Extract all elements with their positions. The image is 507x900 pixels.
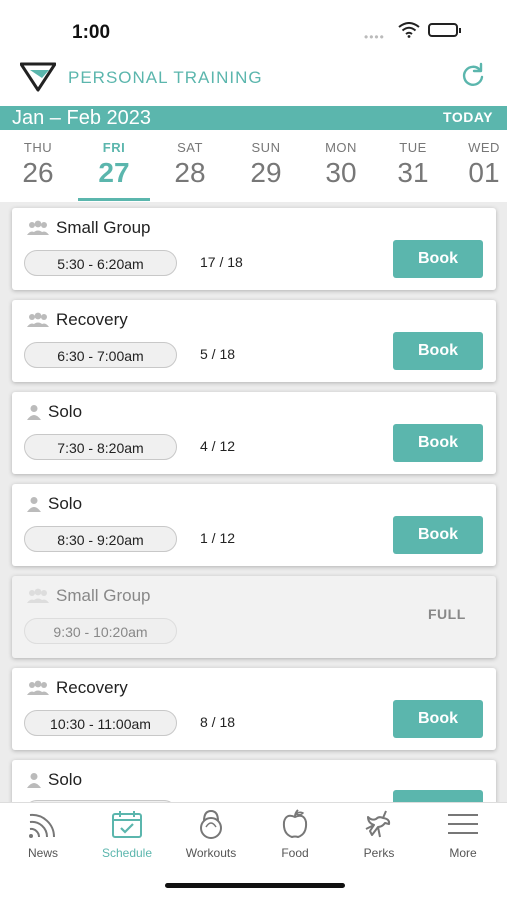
group-icon [27, 588, 49, 603]
session-title: Recovery [56, 678, 128, 697]
signal-icon: •••• [364, 30, 385, 44]
day-thu[interactable]: THU 26 [0, 140, 76, 189]
day-sun[interactable]: SUN 29 [228, 140, 304, 189]
group-icon [27, 680, 49, 695]
day-number: 30 [325, 157, 357, 188]
calendar-check-icon [112, 811, 142, 838]
day-selector: THU 26 FRI 27 SAT 28 SUN 29 MON 30 TUE 3… [0, 140, 507, 202]
app-header: PERSONAL TRAINING [0, 56, 507, 98]
session-capacity: 1 / 12 [200, 530, 236, 546]
kettlebell-icon [200, 809, 222, 839]
today-button[interactable]: TODAY [443, 106, 493, 128]
session-capacity: 5 / 18 [200, 346, 236, 362]
tab-more[interactable]: More [421, 809, 505, 860]
book-button[interactable]: Book [393, 332, 483, 370]
session-title: Recovery [56, 310, 128, 329]
full-status: FULL [428, 606, 466, 622]
day-of-week: TUE [399, 140, 427, 155]
apple-icon [282, 809, 308, 839]
month-range: Jan – Feb 2023 [12, 107, 151, 129]
book-button[interactable]: Book [393, 700, 483, 738]
day-fri-selected[interactable]: FRI 27 [76, 140, 152, 201]
session-time: 6:30 - 7:00am [24, 342, 177, 368]
session-capacity: 8 / 18 [200, 714, 236, 730]
day-of-week: SUN [251, 140, 281, 155]
day-number: 27 [98, 157, 130, 188]
group-icon [27, 312, 49, 327]
status-time: 1:00 [72, 22, 111, 43]
session-time: 5:30 - 6:20am [24, 250, 177, 276]
session-card: Recovery 6:30 - 7:00am 5 / 18 Book [12, 300, 496, 382]
day-of-week: SAT [177, 140, 203, 155]
tab-label: News [27, 846, 58, 860]
news-icon [29, 813, 56, 838]
person-icon [27, 773, 41, 788]
day-tue[interactable]: TUE 31 [375, 140, 451, 189]
session-time: 7:30 - 8:20am [24, 434, 177, 460]
tab-label: Schedule [101, 846, 153, 860]
tab-label: Workouts [185, 846, 237, 860]
day-of-week: FRI [102, 140, 126, 155]
tab-label: Perks [363, 846, 395, 860]
day-number: 01 [468, 157, 500, 188]
book-button[interactable] [393, 790, 483, 802]
session-card-full: Small Group 9:30 - 10:20am FULL [12, 576, 496, 658]
app-title: PERSONAL TRAINING [68, 68, 263, 87]
session-time: 10:30 - 11:00am [24, 710, 177, 736]
book-button[interactable]: Book [393, 240, 483, 278]
tab-label: More [449, 846, 477, 860]
book-button[interactable]: Book [393, 424, 483, 462]
person-icon [27, 497, 41, 512]
session-time: 8:30 - 9:20am [24, 526, 177, 552]
group-icon [27, 220, 49, 235]
session-title: Small Group [56, 586, 151, 605]
session-capacity: 17 / 18 [200, 254, 243, 270]
wifi-icon [398, 22, 420, 38]
day-number: 26 [22, 157, 54, 188]
home-indicator[interactable] [165, 883, 345, 888]
refresh-icon[interactable] [460, 62, 486, 88]
session-card: Small Group 5:30 - 6:20am 17 / 18 Book [12, 208, 496, 290]
session-title: Solo [48, 770, 83, 789]
session-title: Solo [48, 402, 83, 421]
unicorn-icon [365, 810, 391, 838]
status-bar: 1:00 •••• [0, 0, 507, 60]
session-list[interactable]: Small Group 5:30 - 6:20am 17 / 18 Book R… [0, 202, 507, 802]
session-card: Solo 8:30 - 9:20am 1 / 12 Book [12, 484, 496, 566]
session-card: Solo 7:30 - 8:20am 4 / 12 Book [12, 392, 496, 474]
session-title: Solo [48, 494, 83, 513]
day-number: 29 [250, 157, 282, 188]
day-mon[interactable]: MON 30 [303, 140, 379, 189]
person-icon [27, 405, 41, 420]
tab-label: Food [281, 846, 309, 860]
day-number: 31 [397, 157, 429, 188]
menu-icon [448, 814, 478, 834]
month-bar: Jan – Feb 2023 TODAY [0, 106, 507, 130]
tab-food[interactable]: Food [253, 809, 337, 860]
session-time: 9:30 - 10:20am [24, 618, 177, 644]
tab-perks[interactable]: Perks [337, 809, 421, 860]
tab-schedule[interactable]: Schedule [85, 809, 169, 860]
session-card: Recovery 10:30 - 11:00am 8 / 18 Book [12, 668, 496, 750]
day-sat[interactable]: SAT 28 [152, 140, 228, 189]
logo-icon [20, 62, 56, 92]
day-wed[interactable]: WED 01 [446, 140, 507, 189]
tab-workouts[interactable]: Workouts [169, 809, 253, 860]
session-capacity: 4 / 12 [200, 438, 236, 454]
session-card-partial: Solo [12, 760, 496, 802]
session-title: Small Group [56, 218, 151, 237]
phone-screen: 1:00 •••• PERSONAL TRAINING Jan – Feb 20… [0, 0, 507, 900]
day-of-week: MON [325, 140, 357, 155]
tab-news[interactable]: News [1, 809, 85, 860]
day-of-week: THU [23, 140, 53, 155]
battery-icon [428, 23, 461, 37]
day-of-week: WED [468, 140, 500, 155]
book-button[interactable]: Book [393, 516, 483, 554]
day-number: 28 [174, 157, 206, 188]
